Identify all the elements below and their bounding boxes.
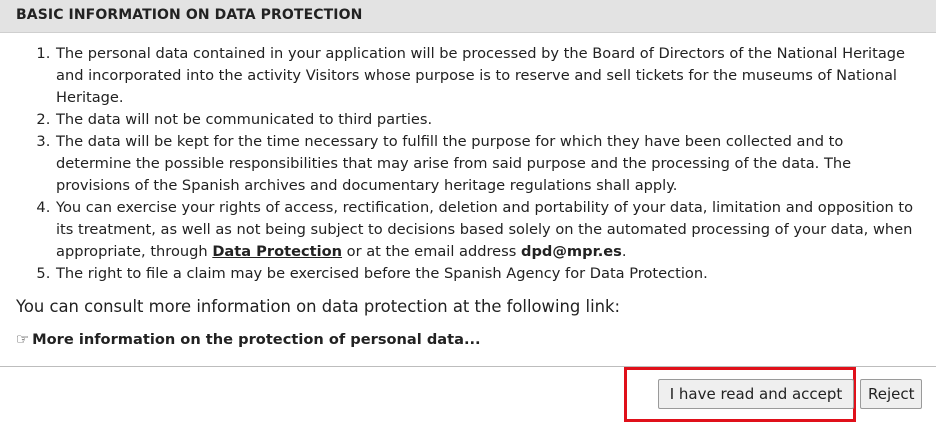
list-item: The data will be kept for the time neces…: [55, 131, 916, 197]
email-prefix-text: or at the email address: [342, 243, 521, 260]
rights-end-text: .: [621, 243, 627, 260]
pointing-hand-icon: ☞: [16, 331, 30, 348]
list-item: You can exercise your rights of access, …: [55, 197, 916, 263]
panel-header: BASIC INFORMATION ON DATA PROTECTION: [0, 0, 936, 33]
accept-button[interactable]: I have read and accept: [658, 379, 854, 409]
list-item: The data will not be communicated to thi…: [55, 109, 916, 131]
list-item: The personal data contained in your appl…: [55, 43, 916, 109]
panel-title: BASIC INFORMATION ON DATA PROTECTION: [16, 7, 363, 23]
data-protection-panel: BASIC INFORMATION ON DATA PROTECTION The…: [0, 0, 936, 423]
more-info-label: More information on the protection of pe…: [32, 331, 481, 348]
panel-body: The personal data contained in your appl…: [0, 33, 936, 366]
reject-button[interactable]: Reject: [860, 379, 922, 409]
panel-footer: I have read and accept Reject: [0, 366, 936, 423]
data-protection-link[interactable]: Data Protection: [212, 243, 342, 260]
list-item: The right to file a claim may be exercis…: [55, 263, 916, 285]
consult-text: You can consult more information on data…: [16, 297, 621, 316]
info-list: The personal data contained in your appl…: [16, 43, 916, 285]
email-address: dpd@mpr.es: [521, 243, 622, 260]
more-info-link[interactable]: ☞ More information on the protection of p…: [16, 329, 481, 351]
